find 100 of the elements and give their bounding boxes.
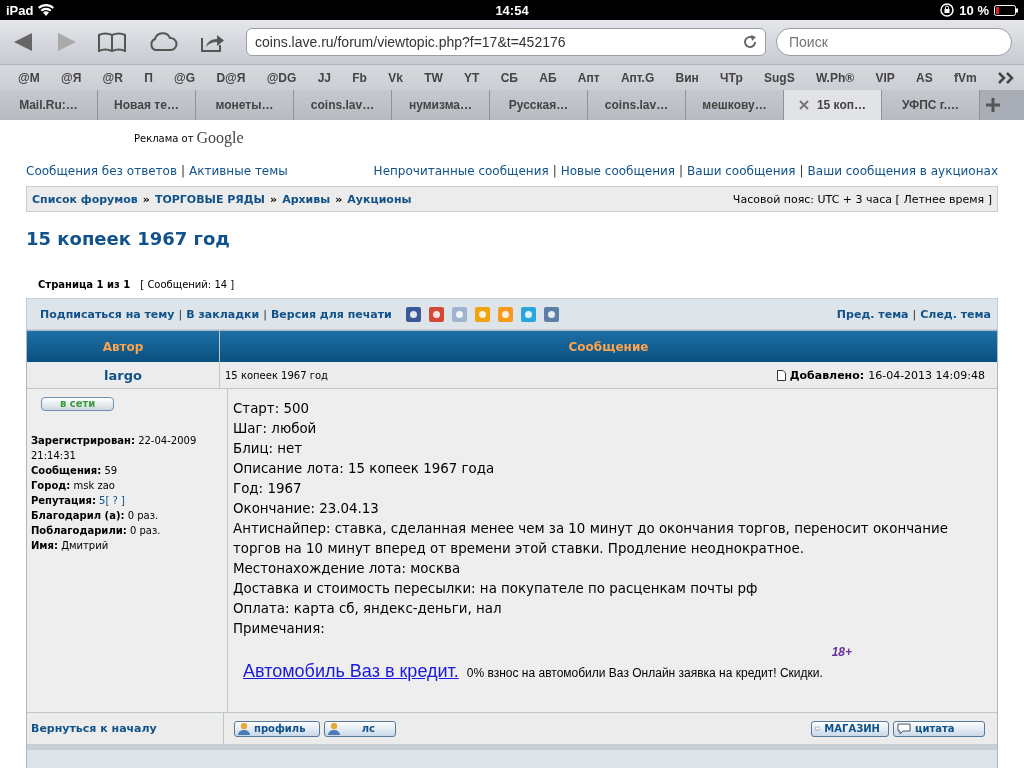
- topic-nav-link[interactable]: След. тема: [920, 307, 991, 321]
- bookmark[interactable]: П: [144, 70, 153, 85]
- post-text-line: Примечания:: [233, 620, 326, 638]
- breadcrumb-separator: »: [142, 192, 150, 206]
- post-text-line: Доставка и стоимость пересылки: на покупателе по расценкам почты рф: [233, 580, 759, 598]
- url-text: coins.lave.ru/forum/viewtopic.php?f=17&t=452176: [255, 34, 566, 50]
- bookmark[interactable]: VIP: [875, 70, 895, 85]
- share-icon[interactable]: [200, 32, 226, 52]
- nav-link[interactable]: Непрочитанные сообщения: [373, 164, 549, 178]
- topic-action-link[interactable]: Версия для печати: [270, 307, 392, 321]
- bookmark[interactable]: SugS: [764, 70, 795, 85]
- speech-bubble-icon: [897, 722, 911, 735]
- bookmark[interactable]: СБ: [500, 70, 518, 85]
- profile-field: Имя: Дмитрий: [31, 538, 223, 553]
- bookmark[interactable]: AS: [916, 70, 933, 85]
- nav-link[interactable]: Активные темы: [189, 164, 288, 178]
- cloud-icon[interactable]: [148, 32, 178, 52]
- post-text-line: Оплата: карта сб, яндекс-деньги, нал: [233, 600, 503, 618]
- topic-action-link[interactable]: В закладки: [186, 307, 260, 321]
- nav-link[interactable]: Сообщения без ответов: [26, 164, 177, 178]
- post-text-line: Антиснайпер: ставка, сделанная менее чем за 10 минут до окончания торгов, переносит окончание торгов на 10 минут вперед от времени этой ставки. Продление неоднократное.: [233, 520, 949, 558]
- browser-tab[interactable]: мешкову…: [686, 90, 784, 120]
- bookmark[interactable]: @M: [18, 70, 40, 85]
- breadcrumb-link[interactable]: Аукционы: [347, 192, 412, 206]
- browser-tab[interactable]: coins.lav…: [588, 90, 686, 120]
- nav-link[interactable]: Новые сообщения: [560, 164, 676, 178]
- post-count: [ Сообщений: 14 ]: [140, 279, 235, 290]
- bookmark[interactable]: @Я: [60, 70, 82, 85]
- profile-field: Сообщения: 59: [31, 463, 223, 478]
- bookmark[interactable]: D@Я: [216, 70, 246, 85]
- bookmark[interactable]: @DG: [266, 70, 297, 85]
- user-icon: [238, 722, 250, 735]
- column-header: Сообщение: [220, 331, 997, 362]
- bookmark[interactable]: @G: [174, 70, 196, 85]
- battery-icon: [994, 4, 1018, 16]
- browser-tab[interactable]: Новая те…: [98, 90, 196, 120]
- bookmark[interactable]: TW: [424, 70, 443, 85]
- post-button[interactable]: лс: [324, 720, 396, 737]
- google-wordmark: Google: [196, 129, 244, 147]
- search-field[interactable]: Поиск: [776, 28, 1012, 56]
- browser-tab[interactable]: УФПС г.…: [882, 90, 980, 120]
- post-button[interactable]: цитата: [893, 720, 985, 737]
- post-subject: 15 копеек 1967 год: [225, 369, 329, 381]
- post-date: 16-04-2013 14:09:48: [868, 368, 985, 382]
- bookmark[interactable]: Апт.G: [620, 70, 655, 85]
- ad-text: 0% взнос на автомобили Ваз Онлайн заявка на кредит! Скидки.: [466, 666, 823, 680]
- close-icon[interactable]: [798, 100, 809, 110]
- bookmark[interactable]: Vk: [388, 70, 403, 85]
- post-text-line: Местонахождение лота: москва: [233, 560, 462, 578]
- profile-field: Репутация: 5[ ? ]: [31, 493, 223, 508]
- bookmark[interactable]: YT: [464, 70, 480, 85]
- page-indicator: Страница 1 из 1: [38, 279, 131, 290]
- bookmark[interactable]: Апт: [577, 70, 600, 85]
- bookmark[interactable]: Вин: [675, 70, 699, 85]
- browser-tab[interactable]: coins.lav…: [294, 90, 392, 120]
- bookmark[interactable]: JJ: [317, 70, 331, 85]
- nav-link[interactable]: Ваши сообщения: [687, 164, 796, 178]
- bookmark[interactable]: @R: [102, 70, 123, 85]
- online-badge: в сети: [41, 397, 115, 411]
- post-text-line: Год: 1967: [233, 480, 303, 498]
- new-tab-icon[interactable]: [986, 98, 1000, 112]
- back-to-top-link[interactable]: Вернуться к началу: [31, 722, 157, 735]
- bookmark[interactable]: W.Ph®: [815, 70, 855, 85]
- browser-tab[interactable]: монеты…: [196, 90, 294, 120]
- browser-tab[interactable]: Русская…: [490, 90, 588, 120]
- author-name[interactable]: largo: [104, 367, 142, 383]
- bookmark[interactable]: ЧТр: [720, 70, 743, 85]
- column-header: Автор: [27, 331, 220, 362]
- profile-field: Город: msk zao: [31, 478, 223, 493]
- address-field[interactable]: coins.lave.ru/forum/viewtopic.php?f=17&t=452176: [246, 28, 766, 56]
- browser-tab[interactable]: нумизма…: [392, 90, 490, 120]
- wifi-icon: [38, 4, 55, 16]
- ad-link[interactable]: Автомобиль Ваз в кредит.: [243, 661, 459, 682]
- ad-label: Реклама от: [134, 132, 194, 144]
- post-button[interactable]: профиль: [234, 720, 320, 737]
- breadcrumb-separator: »: [270, 192, 278, 206]
- breadcrumb-link[interactable]: ТОРГОВЫЕ РЯДЫ: [154, 192, 266, 206]
- book-icon[interactable]: [98, 32, 126, 52]
- browser-tab[interactable]: 15 коп…: [784, 90, 882, 120]
- bookmark[interactable]: АБ: [539, 70, 557, 85]
- link-separator: |: [799, 164, 804, 178]
- post-button[interactable]: МАГАЗИН: [811, 720, 889, 737]
- breadcrumb-link[interactable]: Список форумов: [32, 192, 138, 206]
- user-icon: [328, 722, 340, 735]
- topic-action-link[interactable]: Подписаться на тему: [40, 307, 175, 321]
- clock: 14:54: [495, 2, 529, 18]
- profile-field: Благодарил (а): 0 раз.: [31, 508, 223, 523]
- link-separator: |: [912, 307, 917, 321]
- age-rating: 18+: [831, 645, 852, 659]
- link-separator: |: [552, 164, 557, 178]
- nav-link[interactable]: Ваши сообщения в аукционах: [807, 164, 998, 178]
- breadcrumb-link[interactable]: Архивы: [282, 192, 331, 206]
- browser-tab[interactable]: Mail.Ru:…: [0, 90, 98, 120]
- bookmark[interactable]: Fb: [352, 70, 367, 85]
- post-text-line: Шаг: любой: [233, 420, 318, 438]
- bookmark[interactable]: fVm: [953, 70, 977, 85]
- more-icon[interactable]: [997, 71, 1014, 84]
- reload-icon[interactable]: [743, 35, 757, 49]
- back-icon[interactable]: [14, 33, 34, 51]
- topic-nav-link[interactable]: Пред. тема: [836, 307, 909, 321]
